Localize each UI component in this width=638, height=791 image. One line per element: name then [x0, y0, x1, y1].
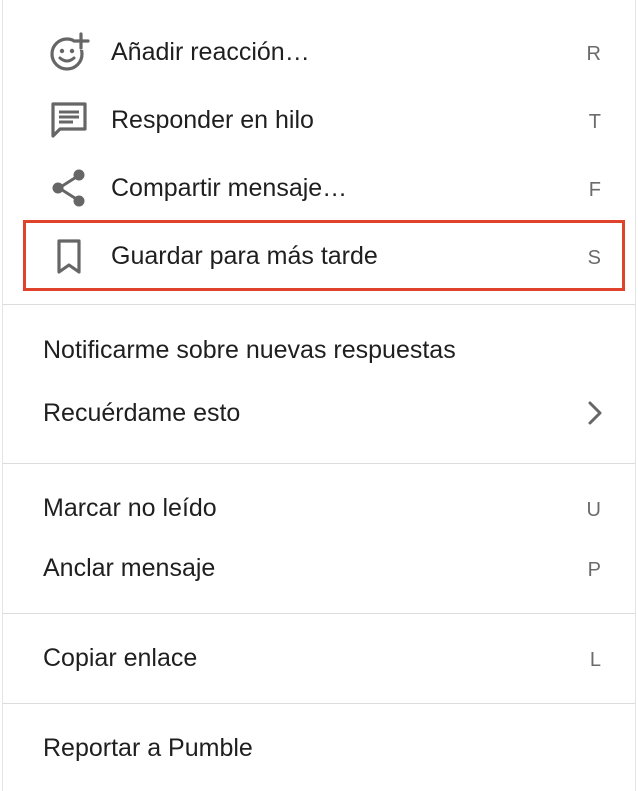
menu-item-mark-unread[interactable]: Marcar no leído U	[3, 478, 635, 538]
menu-item-label: Anclar mensaje	[43, 554, 216, 582]
menu-item-label: Guardar para más tarde	[111, 242, 378, 270]
menu-item-notify-replies[interactable]: Notificarme sobre nuevas respuestas	[3, 320, 635, 380]
menu-item-label: Compartir mensaje…	[111, 174, 348, 202]
menu-item-label: Recuérdame esto	[43, 399, 241, 427]
shortcut-key: P	[587, 559, 601, 581]
menu-item-copy-link[interactable]: Copiar enlace L	[3, 628, 635, 688]
menu-item-pin-message[interactable]: Anclar mensaje P	[3, 538, 635, 598]
share-icon	[43, 162, 95, 214]
bookmark-icon	[43, 230, 95, 282]
message-context-menu: Añadir reacción… R Responder en hilo T C…	[2, 0, 636, 791]
menu-divider	[3, 463, 635, 464]
menu-divider	[3, 613, 635, 614]
add-reaction-icon	[43, 26, 95, 78]
menu-item-label: Copiar enlace	[43, 644, 198, 672]
shortcut-key: L	[589, 649, 601, 671]
menu-item-label: Reportar a Pumble	[43, 734, 253, 762]
shortcut-key: T	[588, 111, 601, 133]
menu-item-share-message[interactable]: Compartir mensaje… F	[3, 158, 635, 218]
menu-divider	[3, 304, 635, 305]
menu-item-label: Notificarme sobre nuevas respuestas	[43, 336, 456, 364]
chevron-right-icon	[585, 400, 605, 431]
shortcut-key: F	[588, 179, 601, 201]
menu-item-label: Responder en hilo	[111, 106, 314, 134]
shortcut-key: U	[586, 499, 601, 521]
shortcut-key: S	[587, 247, 601, 269]
shortcut-key: R	[586, 43, 601, 65]
menu-item-reply-thread[interactable]: Responder en hilo T	[3, 90, 635, 150]
menu-item-report[interactable]: Reportar a Pumble	[3, 718, 635, 778]
thread-comment-icon	[43, 94, 95, 146]
menu-divider	[3, 703, 635, 704]
menu-item-remind-me[interactable]: Recuérdame esto	[3, 383, 635, 443]
menu-item-label: Marcar no leído	[43, 494, 217, 522]
menu-item-label: Añadir reacción…	[111, 38, 310, 66]
menu-item-save-for-later[interactable]: Guardar para más tarde S	[3, 226, 635, 286]
menu-item-add-reaction[interactable]: Añadir reacción… R	[3, 22, 635, 82]
